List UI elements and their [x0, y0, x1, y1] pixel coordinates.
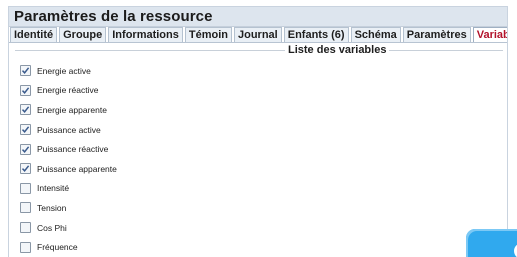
variable-label: Cos Phi — [37, 222, 67, 233]
checkmark-icon — [21, 106, 30, 114]
checkbox-checked[interactable] — [20, 84, 31, 96]
tab-bar: Identité Groupe Informations Témoin Jour… — [9, 27, 507, 43]
variable-label: Energie apparente — [37, 104, 107, 115]
checkbox-unchecked[interactable] — [20, 241, 31, 253]
checkmark-icon — [21, 87, 30, 94]
variable-label: Puissance active — [37, 124, 101, 135]
checkbox-unchecked[interactable] — [20, 202, 31, 214]
variable-label: Puissance apparente — [37, 163, 117, 174]
panel-title: Paramètres de la ressource — [9, 7, 507, 27]
legend-divider — [15, 50, 503, 51]
variable-item[interactable]: Energie apparente — [20, 100, 507, 120]
checkbox-unchecked[interactable] — [20, 222, 31, 234]
tab-groupe[interactable]: Groupe — [59, 27, 107, 42]
tab-parametres[interactable]: Paramètres — [402, 27, 471, 42]
variable-item[interactable]: Fréquence — [20, 237, 507, 257]
variable-label: Energie active — [37, 65, 91, 76]
variable-item[interactable]: Puissance apparente — [20, 159, 507, 179]
variable-label: Tension — [37, 202, 67, 213]
variable-item[interactable]: Energie réactive — [20, 81, 507, 101]
tab-identite[interactable]: Identité — [10, 27, 58, 42]
floating-action-button[interactable] — [466, 229, 517, 257]
tab-variables[interactable]: Variables — [472, 27, 507, 42]
checkbox-checked[interactable] — [20, 124, 31, 136]
variable-item[interactable]: Puissance réactive — [20, 139, 507, 159]
variables-fieldset-legend: Liste des variables — [15, 43, 503, 58]
checkbox-checked[interactable] — [20, 143, 31, 155]
tab-informations[interactable]: Informations — [108, 27, 183, 42]
variable-item[interactable]: Puissance active — [20, 120, 507, 140]
checkmark-icon — [21, 165, 30, 173]
checkbox-checked[interactable] — [20, 163, 31, 175]
checkbox-unchecked[interactable] — [20, 182, 31, 194]
variable-item[interactable]: Tension — [20, 198, 507, 218]
variable-item[interactable]: Intensité — [20, 179, 507, 199]
tab-temoin[interactable]: Témoin — [184, 27, 232, 42]
tab-enfants[interactable]: Enfants (6) — [283, 27, 349, 42]
checkbox-checked[interactable] — [20, 65, 31, 77]
checkmark-icon — [21, 67, 30, 75]
variable-item[interactable]: Cos Phi — [20, 218, 507, 238]
checkbox-checked[interactable] — [20, 104, 31, 116]
tab-journal[interactable]: Journal — [234, 27, 282, 42]
variable-label: Intensité — [37, 183, 70, 194]
resource-settings-panel: Paramètres de la ressource Identité Grou… — [8, 6, 508, 257]
variables-list: Energie active Energie réactive Energie ap… — [9, 58, 507, 257]
variable-label: Fréquence — [37, 242, 78, 253]
variables-list-title: Liste des variables — [285, 43, 390, 57]
checkmark-icon — [21, 146, 30, 153]
checkmark-icon — [21, 126, 30, 134]
tab-schema[interactable]: Schéma — [350, 27, 401, 42]
variable-label: Puissance réactive — [37, 144, 109, 155]
variable-label: Energie réactive — [37, 85, 99, 96]
variable-item[interactable]: Energie active — [20, 61, 507, 81]
